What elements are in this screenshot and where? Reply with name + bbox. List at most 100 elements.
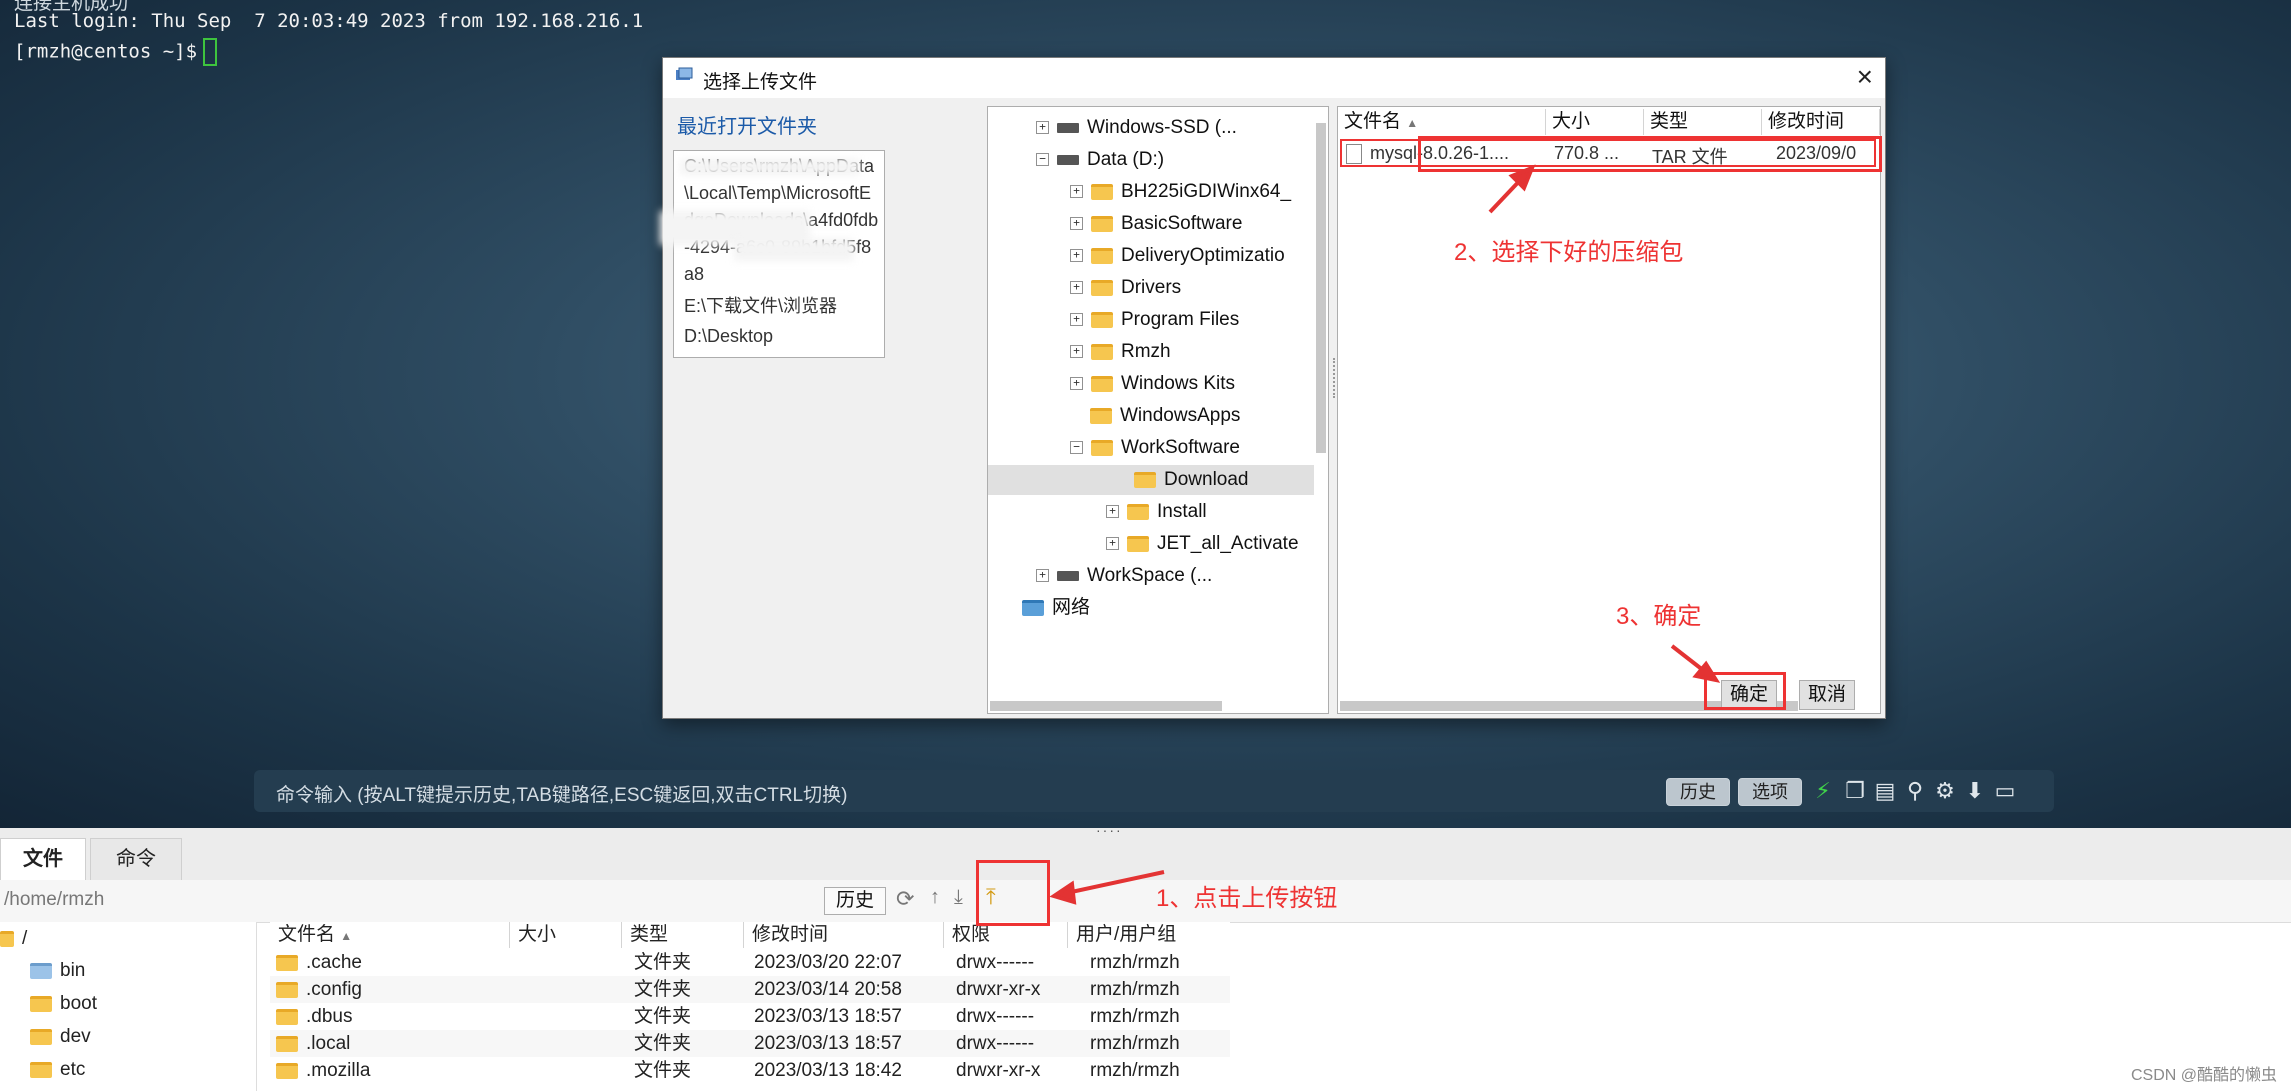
- folder-icon: [1127, 503, 1149, 520]
- remote-tree-item[interactable]: /: [0, 924, 27, 954]
- close-icon[interactable]: ×: [1857, 62, 1873, 92]
- sort-asc-icon: ▲: [340, 929, 353, 943]
- expand-icon[interactable]: +: [1036, 121, 1049, 135]
- file-list[interactable]: 文件名 ▲ 大小 类型 修改时间 mysql-8.0.26-1.... 770.…: [1337, 106, 1881, 714]
- recent-folder-item-2[interactable]: D:\Desktop: [684, 323, 880, 350]
- folder-icon: [30, 995, 52, 1012]
- folder-icon: [1091, 247, 1113, 264]
- download-icon[interactable]: ⤓: [954, 886, 963, 909]
- remote-tree-item[interactable]: etc: [30, 1055, 85, 1085]
- folder-icon: [1091, 279, 1113, 296]
- remote-file-list[interactable]: 文件名 ▲ 大小 类型 修改时间 权限 用户/用户组 .cache 文件夹 20…: [270, 922, 1230, 1091]
- resize-grip[interactable]: ····: [1096, 822, 1123, 838]
- drive-icon: [1057, 154, 1079, 165]
- tree-item-folder[interactable]: + Install: [1106, 497, 1207, 527]
- arrow-down-icon[interactable]: ⬇: [1962, 778, 1988, 804]
- recent-folders-label: 最近打开文件夹: [677, 116, 817, 138]
- remote-tree-item[interactable]: boot: [30, 989, 97, 1019]
- command-input-bar[interactable]: 命令输入 (按ALT键提示历史,TAB键路径,ESC键返回,双击CTRL切换) …: [254, 770, 2054, 812]
- copy-icon[interactable]: ❐: [1842, 778, 1868, 804]
- command-history-button[interactable]: 历史: [1666, 778, 1730, 806]
- remote-column-owner[interactable]: 用户/用户组: [1068, 922, 1228, 948]
- table-row[interactable]: .config 文件夹 2023/03/14 20:58 drwxr-xr-x …: [270, 976, 1230, 1003]
- gear-icon[interactable]: ⚙: [1932, 778, 1958, 804]
- column-header-mtime[interactable]: 修改时间: [1762, 109, 1880, 135]
- file-icon: [1346, 144, 1362, 165]
- folder-icon: [30, 1061, 52, 1078]
- tree-item-folder[interactable]: + JET_all_Activate: [1106, 529, 1299, 559]
- tree-item-folder[interactable]: + Windows Kits: [1070, 369, 1235, 399]
- redaction-blur: [734, 239, 854, 261]
- terminal-prompt: [rmzh@centos ~]$: [14, 40, 198, 63]
- folder-icon: [1091, 215, 1113, 232]
- tree-horizontal-scrollbar[interactable]: [990, 701, 1222, 711]
- tree-item-download-selected[interactable]: Download: [988, 465, 1314, 495]
- tree-item-folder[interactable]: WindowsApps: [1090, 401, 1240, 431]
- tree-item-folder[interactable]: + Drivers: [1070, 273, 1181, 303]
- annotation-box-upload: [976, 860, 1050, 926]
- collapse-icon[interactable]: −: [1036, 153, 1049, 167]
- annotation-step1: 1、点击上传按钮: [1156, 885, 1338, 912]
- remote-column-size[interactable]: 大小: [510, 922, 622, 948]
- table-row[interactable]: .cache 文件夹 2023/03/20 22:07 drwx------ r…: [270, 949, 1230, 976]
- remote-tree-item[interactable]: dev: [30, 1022, 91, 1052]
- remote-column-type[interactable]: 类型: [622, 922, 744, 948]
- recent-folder-item-1[interactable]: E:\下载文件\浏览器: [684, 293, 880, 320]
- tree-vertical-scrollbar[interactable]: [1316, 123, 1326, 453]
- paste-icon[interactable]: ▤: [1872, 778, 1898, 804]
- tree-item-folder[interactable]: + BH225iGDIWinx64_: [1070, 177, 1291, 207]
- tree-item-folder[interactable]: − WorkSoftware: [1070, 433, 1240, 463]
- folder-icon: [1091, 343, 1113, 360]
- search-icon[interactable]: ⚲: [1902, 778, 1928, 804]
- folder-icon: [30, 1028, 52, 1045]
- remote-column-name[interactable]: 文件名 ▲: [270, 922, 510, 948]
- expand-icon[interactable]: +: [1070, 217, 1083, 231]
- tree-item-windows-ssd[interactable]: + Windows-SSD (...: [1036, 113, 1237, 143]
- tree-item-folder[interactable]: + BasicSoftware: [1070, 209, 1242, 239]
- column-header-type[interactable]: 类型: [1644, 109, 1762, 135]
- tree-item-data-d[interactable]: − Data (D:): [1036, 145, 1164, 175]
- table-row[interactable]: .mozilla 文件夹 2023/03/13 18:42 drwxr-xr-x…: [270, 1057, 1230, 1084]
- remote-tree-item[interactable]: bin: [30, 956, 85, 986]
- folder-icon: [1127, 535, 1149, 552]
- go-up-icon[interactable]: ↑: [930, 886, 940, 909]
- drive-icon: [1057, 122, 1079, 133]
- expand-icon[interactable]: +: [1070, 249, 1083, 263]
- folder-icon: [1091, 183, 1113, 200]
- expand-icon[interactable]: +: [1036, 569, 1049, 583]
- expand-icon[interactable]: +: [1070, 281, 1083, 295]
- column-header-size[interactable]: 大小: [1546, 109, 1644, 135]
- column-header-name[interactable]: 文件名 ▲: [1338, 109, 1546, 135]
- tree-item-folder[interactable]: + Rmzh: [1070, 337, 1171, 367]
- folder-tree[interactable]: + Windows-SSD (... − Data (D:) + BH225iGDIW…: [987, 106, 1329, 714]
- expand-icon[interactable]: +: [1106, 537, 1119, 551]
- remote-folder-tree[interactable]: / bin boot dev etc: [0, 922, 257, 1091]
- expand-icon[interactable]: +: [1106, 505, 1119, 519]
- dialog-titlebar[interactable]: 选择上传文件 ×: [663, 58, 1885, 98]
- tree-item-network[interactable]: 网络: [1022, 593, 1090, 623]
- table-row[interactable]: .dbus 文件夹 2023/03/13 18:57 drwx------ rm…: [270, 1003, 1230, 1030]
- expand-icon[interactable]: +: [1070, 345, 1083, 359]
- annotation-step2: 2、选择下好的压缩包: [1454, 239, 1684, 266]
- expand-icon[interactable]: +: [1070, 185, 1083, 199]
- expand-icon[interactable]: +: [1070, 377, 1083, 391]
- remote-column-mtime[interactable]: 修改时间: [744, 922, 944, 948]
- lightning-icon[interactable]: ⚡: [1810, 778, 1836, 804]
- path-history-button[interactable]: 历史: [824, 887, 886, 915]
- refresh-icon[interactable]: ⟳: [896, 886, 914, 912]
- window-icon[interactable]: ▭: [1992, 778, 2018, 804]
- folder-icon: [0, 930, 14, 947]
- command-options-button[interactable]: 选项: [1738, 778, 1802, 806]
- path-input[interactable]: /home/rmzh: [4, 889, 104, 911]
- tree-item-folder[interactable]: + Program Files: [1070, 305, 1239, 335]
- tab-files[interactable]: 文件: [0, 838, 86, 880]
- tree-item-workspace[interactable]: + WorkSpace (...: [1036, 561, 1212, 591]
- expand-icon[interactable]: +: [1070, 313, 1083, 327]
- link-folder-icon: [30, 962, 52, 979]
- cancel-button[interactable]: 取消: [1799, 680, 1855, 710]
- tab-commands[interactable]: 命令: [90, 838, 182, 880]
- folder-icon: [1091, 311, 1113, 328]
- table-row[interactable]: .local 文件夹 2023/03/13 18:57 drwx------ r…: [270, 1030, 1230, 1057]
- tree-item-folder[interactable]: + DeliveryOptimizatio: [1070, 241, 1285, 271]
- collapse-icon[interactable]: −: [1070, 441, 1083, 455]
